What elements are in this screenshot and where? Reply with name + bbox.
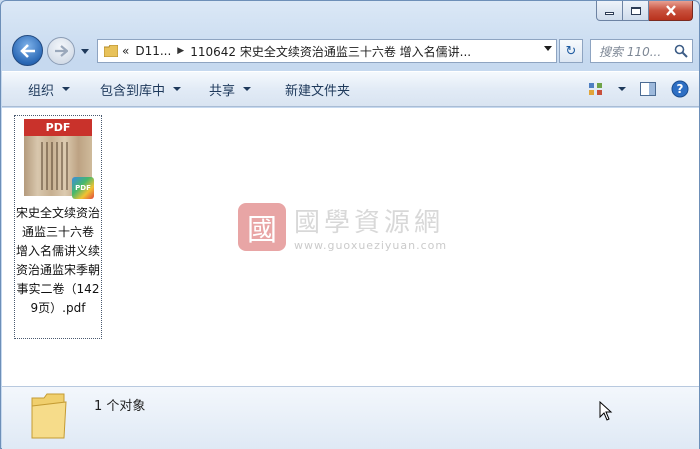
folder-icon [31, 393, 67, 439]
search-input[interactable]: 搜索 110... [590, 39, 693, 63]
chevron-down-icon [81, 48, 89, 54]
change-view-button[interactable] [585, 78, 607, 100]
watermark-logo-icon: 國 [238, 203, 286, 251]
view-options-dropdown[interactable] [617, 78, 627, 100]
forward-button[interactable] [47, 37, 75, 65]
help-button[interactable]: ? [669, 78, 691, 100]
mouse-cursor-icon [599, 401, 613, 421]
preview-pane-icon [640, 82, 656, 96]
item-count: 1 个对象 [94, 399, 146, 414]
help-icon: ? [671, 80, 689, 98]
include-in-library-label: 包含到库中 [100, 83, 166, 99]
chevron-down-icon[interactable] [544, 46, 552, 51]
maximize-icon [630, 6, 641, 15]
chevron-down-icon [173, 87, 182, 91]
watermark-title: 國學資源網 [294, 208, 445, 238]
refresh-icon: ↻ [565, 43, 577, 59]
new-folder-button[interactable]: 新建文件夹 [273, 76, 362, 102]
back-button[interactable] [12, 35, 43, 66]
minimize-icon [605, 12, 614, 15]
breadcrumb-item-drive[interactable]: D11... [135, 44, 171, 58]
breadcrumb-item-folder[interactable]: 110642 宋史全文续资治通监三十六卷 增入名儒讲... [190, 43, 471, 60]
organize-label: 组织 [28, 83, 55, 99]
folder-icon [100, 40, 122, 62]
chevron-right-icon[interactable]: ▶ [177, 46, 184, 56]
minimize-button[interactable] [596, 1, 623, 21]
navigation-row: « D11... ▶ 110642 宋史全文续资治通监三十六卷 增入名儒讲...… [1, 33, 700, 69]
watermark: 國 國學資源網 www.guoxueziyuan.com [238, 202, 447, 252]
file-name-label[interactable]: 宋史全文续资治通监三十六卷 增入名儒讲义续资治通监宋季朝事实二卷（1429页）.… [15, 204, 101, 318]
search-icon[interactable] [674, 44, 688, 58]
close-button[interactable] [649, 1, 693, 21]
share-menu[interactable]: 共享 [197, 76, 263, 102]
command-bar: 组织 包含到库中 共享 新建文件夹 ? [2, 71, 699, 107]
recent-pages-button[interactable] [79, 45, 91, 57]
address-bar[interactable]: « D11... ▶ 110642 宋史全文续资治通监三十六卷 增入名儒讲... [97, 39, 557, 63]
include-in-library-menu[interactable]: 包含到库中 [88, 76, 193, 102]
breadcrumb: « D11... ▶ 110642 宋史全文续资治通监三十六卷 增入名儒讲... [122, 43, 471, 60]
chevron-down-icon [62, 87, 71, 91]
new-folder-label: 新建文件夹 [285, 83, 351, 99]
maximize-button[interactable] [623, 1, 649, 21]
file-item[interactable]: PDF PDF 宋史全文续资治通监三十六卷 增入名儒讲义续资治通监宋季朝事实二卷… [14, 115, 102, 339]
watermark-logo-char: 國 [247, 213, 277, 248]
pdf-thumbnail: PDF PDF [21, 119, 95, 201]
close-icon [665, 5, 676, 16]
view-grid-icon [589, 83, 602, 95]
chevron-down-icon [618, 87, 626, 91]
view-controls: ? [585, 78, 691, 100]
pdf-icon: PDF [72, 177, 94, 199]
back-arrow-icon [19, 43, 35, 58]
scanned-text-lines [41, 142, 71, 190]
watermark-text: 國學資源網 www.guoxueziyuan.com [294, 202, 447, 252]
chevron-down-icon [243, 87, 252, 91]
caption-buttons [596, 1, 693, 21]
forward-arrow-icon [55, 45, 68, 57]
watermark-url: www.guoxueziyuan.com [294, 239, 448, 252]
breadcrumb-overflow[interactable]: « [122, 44, 129, 58]
preview-pane-button[interactable] [637, 78, 659, 100]
svg-text:?: ? [677, 82, 684, 96]
explorer-window: « D11... ▶ 110642 宋史全文续资治通监三十六卷 增入名儒讲...… [0, 0, 700, 449]
share-label: 共享 [209, 83, 236, 99]
file-list-pane[interactable]: PDF PDF 宋史全文续资治通监三十六卷 增入名儒讲义续资治通监宋季朝事实二卷… [2, 108, 699, 386]
details-pane: 1 个对象 [2, 386, 699, 449]
search-placeholder: 搜索 110... [599, 44, 662, 59]
pdf-thumbnail-header: PDF [24, 119, 92, 136]
organize-menu[interactable]: 组织 [16, 76, 82, 102]
refresh-button[interactable]: ↻ [559, 39, 583, 63]
